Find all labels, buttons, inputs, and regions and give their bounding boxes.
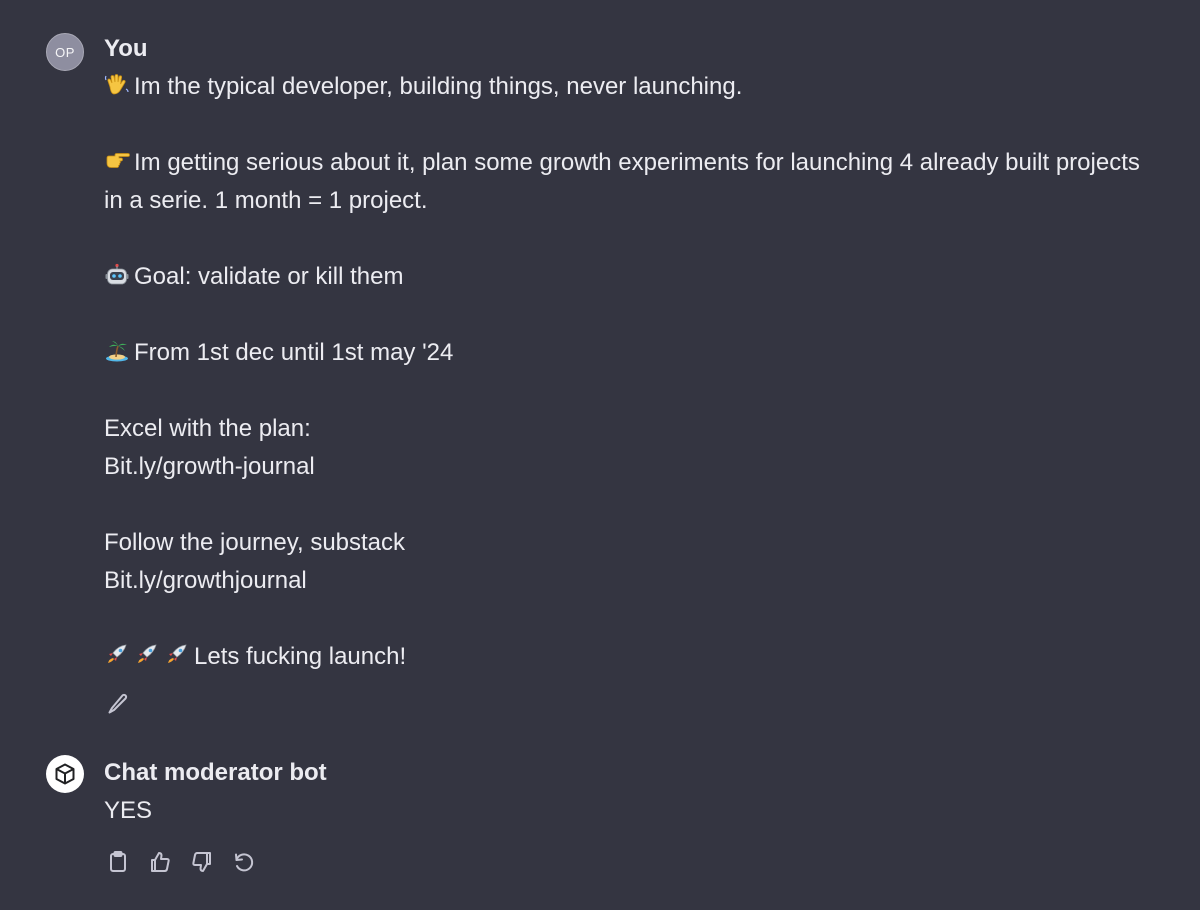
- user-line-7: Follow the journey, substack: [104, 529, 406, 556]
- clipboard-icon[interactable]: [104, 848, 132, 876]
- bot-reply: YES: [104, 797, 153, 824]
- bot-message-content: Chat moderator bot YES: [104, 754, 1140, 876]
- island-icon: [104, 339, 130, 363]
- user-line-3: Goal: validate or kill them: [134, 263, 404, 290]
- user-line-8: Bit.ly/growthjournal: [104, 567, 307, 594]
- user-message-content: You Im the typical developer, building t…: [104, 30, 1140, 718]
- bot-author-name: Chat moderator bot: [104, 759, 327, 786]
- message-paragraph: From 1st dec until 1st may '24: [104, 334, 1140, 372]
- user-author-name: You: [104, 35, 148, 62]
- bot-avatar: [46, 755, 84, 793]
- chat-thread: OP You Im the typical developer, buildin…: [0, 0, 1200, 910]
- user-line-6: Bit.ly/growth-journal: [104, 453, 315, 480]
- pointing-hand-icon: [104, 149, 130, 173]
- user-line-1: Im the typical developer, building thing…: [134, 73, 743, 100]
- rocket-icon: [164, 643, 190, 667]
- message-paragraph: Im the typical developer, building thing…: [104, 68, 1140, 106]
- pencil-icon[interactable]: [104, 690, 132, 718]
- regenerate-icon[interactable]: [230, 848, 258, 876]
- message-paragraph: Lets fucking launch!: [104, 638, 1140, 676]
- user-message-text: Im the typical developer, building thing…: [104, 68, 1140, 676]
- bot-message-actions: [104, 848, 1140, 876]
- thumbs-down-icon[interactable]: [188, 848, 216, 876]
- cube-icon: [55, 763, 75, 785]
- waving-hand-icon: [104, 73, 130, 97]
- user-line-4: From 1st dec until 1st may '24: [134, 339, 454, 366]
- thumbs-up-icon[interactable]: [146, 848, 174, 876]
- user-message-actions: [104, 690, 1140, 718]
- user-line-2: Im getting serious about it, plan some g…: [104, 149, 1147, 214]
- robot-icon: [104, 263, 130, 287]
- message-paragraph: Im getting serious about it, plan some g…: [104, 144, 1140, 220]
- rocket-icon: [134, 643, 160, 667]
- user-line-9: Lets fucking launch!: [194, 643, 407, 670]
- user-avatar: OP: [46, 33, 84, 71]
- message-paragraph: Goal: validate or kill them: [104, 258, 1140, 296]
- user-avatar-initials: OP: [55, 44, 75, 60]
- rocket-icon: [104, 643, 130, 667]
- bot-message-text: YES: [104, 792, 1140, 830]
- user-line-5: Excel with the plan:: [104, 415, 311, 442]
